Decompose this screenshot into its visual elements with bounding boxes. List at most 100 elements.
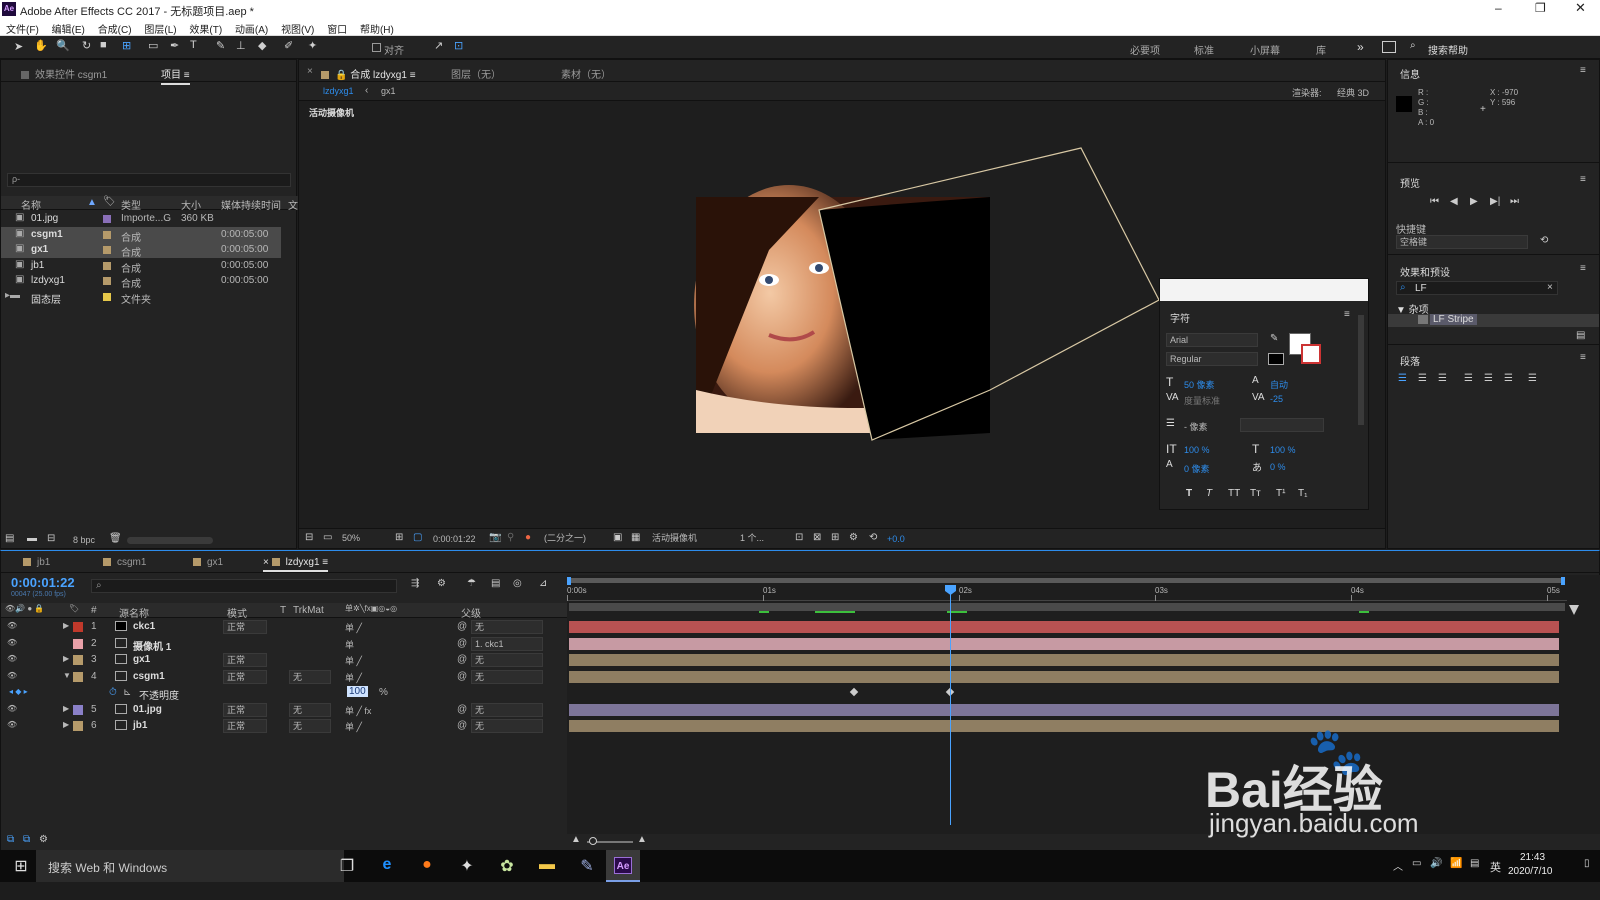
menu-layer[interactable]: 图层(L): [138, 19, 176, 36]
last-frame-button[interactable]: ⏭: [1510, 196, 1519, 207]
layer-row[interactable]: 👁 ▶ 5 01.jpg 正常 无 单 ╱ fx @ 无: [1, 702, 567, 718]
network-icon[interactable]: 📶: [1450, 858, 1462, 869]
tab-layer[interactable]: 图层（无）: [451, 66, 501, 81]
draft-3d-icon[interactable]: ⚙: [437, 578, 446, 589]
always-preview-icon[interactable]: ⊟: [305, 532, 313, 543]
frame-blending-icon[interactable]: ▤: [491, 578, 500, 589]
visibility-eye-icon[interactable]: 👁: [7, 671, 17, 680]
layer-name[interactable]: ckc1: [133, 621, 155, 632]
delete-icon[interactable]: 🗑: [109, 533, 122, 544]
expand-arrow-icon[interactable]: ▶: [63, 654, 69, 663]
pen-tool-icon[interactable]: ✒: [170, 39, 179, 52]
flowchart-icon[interactable]: ⚙: [849, 532, 858, 543]
blend-mode-dropdown[interactable]: 正常: [223, 653, 267, 667]
layer-switches-icon[interactable]: 单 ╱: [345, 671, 362, 684]
justify-all-icon[interactable]: ☰: [1528, 373, 1537, 384]
parent-dropdown[interactable]: 无: [471, 620, 543, 634]
clone-stamp-tool-icon[interactable]: ⊥: [236, 39, 246, 52]
notification-icon[interactable]: ▯: [1584, 858, 1590, 869]
menu-edit[interactable]: 编辑(E): [46, 19, 85, 36]
rotate-tool-icon[interactable]: ↻: [82, 39, 91, 52]
tray-up-icon[interactable]: ︿: [1393, 858, 1403, 873]
project-item[interactable]: ▣ 01.jpg Importe...G 360 KB: [1, 211, 281, 227]
menu-effect[interactable]: 效果(T): [183, 19, 222, 36]
project-item[interactable]: ▸▬ 固态层 文件夹: [1, 289, 281, 306]
stroke-width-value[interactable]: - 像素: [1184, 420, 1208, 433]
ime-indicator[interactable]: 英: [1490, 859, 1501, 875]
align-center-icon[interactable]: ☰: [1418, 373, 1427, 384]
parent-dropdown[interactable]: 无: [471, 669, 543, 684]
blend-mode-dropdown[interactable]: 正常: [223, 719, 267, 733]
edge-icon[interactable]: e: [376, 856, 398, 876]
label-color-swatch[interactable]: [103, 261, 111, 270]
menu-file[interactable]: 文件(F): [0, 19, 39, 36]
column-type[interactable]: 类型: [121, 197, 141, 212]
transparency-grid-icon[interactable]: ▦: [631, 532, 640, 543]
trkmat-dropdown[interactable]: 无: [289, 719, 331, 733]
exposure-value[interactable]: +0.0: [887, 534, 905, 544]
layer-switches-icon[interactable]: 单 ╱: [345, 654, 362, 667]
keyframe-marker[interactable]: [849, 687, 859, 697]
paragraph-menu-icon[interactable]: ≡: [1580, 352, 1586, 363]
reset-exposure-icon[interactable]: ⟲: [869, 532, 877, 543]
visibility-eye-icon[interactable]: 👁: [7, 621, 17, 630]
roi-icon[interactable]: ▣: [613, 532, 622, 543]
modes-toggle-icon[interactable]: ⧉: [23, 834, 30, 845]
visibility-eye-icon[interactable]: 👁: [7, 720, 17, 729]
motion-blur-icon[interactable]: ◎: [513, 578, 522, 589]
tab-lzdyxg1[interactable]: × lzdyxg1 ≡: [263, 557, 329, 572]
tab-gx1[interactable]: gx1: [193, 557, 223, 568]
timeline-zoom-thumb[interactable]: [589, 837, 597, 845]
hand-tool-icon[interactable]: ✋: [34, 39, 48, 52]
effect-item-lf-stripe[interactable]: LF Stripe: [1388, 314, 1599, 327]
breadcrumb-lzdyxg1[interactable]: lzdyxg1: [323, 86, 354, 96]
pan-behind-tool-icon[interactable]: ⊞: [122, 39, 131, 52]
renderer-value[interactable]: 经典 3D: [1337, 86, 1369, 99]
all-caps-button[interactable]: TT: [1228, 488, 1240, 499]
battery-icon[interactable]: ▭: [1412, 858, 1421, 869]
parent-pickwhip-icon[interactable]: @: [457, 704, 467, 715]
time-ruler[interactable]: 0:00s 01s 02s 03s 04s 05s: [567, 585, 1567, 601]
current-time-display[interactable]: 0:00:01:22: [433, 534, 476, 544]
character-menu-icon[interactable]: ≡: [1344, 309, 1350, 320]
resolution-dropdown[interactable]: (二分之一): [541, 532, 607, 546]
justify-right-icon[interactable]: ☰: [1504, 373, 1513, 384]
label-color-swatch[interactable]: [103, 292, 111, 301]
parent-pickwhip-icon[interactable]: @: [457, 654, 467, 665]
expand-arrow-icon[interactable]: ▶: [63, 704, 69, 713]
column-name[interactable]: 名称: [21, 197, 41, 212]
menu-view[interactable]: 视图(V): [275, 19, 314, 36]
shy-layers-icon[interactable]: ☂: [467, 578, 476, 589]
graph-editor-icon[interactable]: ⊿: [539, 578, 547, 589]
horizontal-scale-value[interactable]: 100 %: [1270, 445, 1296, 455]
show-snapshot-icon[interactable]: ⚲: [507, 532, 514, 543]
close-button[interactable]: ✕: [1575, 0, 1586, 16]
label-color-swatch[interactable]: [103, 277, 111, 285]
parent-dropdown[interactable]: 无: [471, 653, 543, 667]
layer-duration-bar[interactable]: [569, 637, 1559, 650]
opacity-value[interactable]: 100: [347, 686, 368, 697]
menu-window[interactable]: 窗口: [321, 19, 347, 36]
breadcrumb-gx1[interactable]: gx1: [381, 86, 396, 96]
layer-label-color[interactable]: [73, 721, 83, 731]
workspace-more-icon[interactable]: »: [1357, 40, 1364, 54]
parent-pickwhip-icon[interactable]: @: [457, 720, 467, 731]
character-scrollbar[interactable]: [1358, 315, 1364, 425]
faux-italic-button[interactable]: T: [1206, 488, 1212, 499]
fast-previews-icon[interactable]: ⊠: [813, 532, 821, 543]
layer-row[interactable]: 👁 ▶ 6 jb1 正常 无 单 ╱ @ 无: [1, 718, 567, 734]
brush-tool-icon[interactable]: ✎: [216, 39, 225, 52]
layer-label-color[interactable]: [73, 622, 83, 632]
timing-toggle-icon[interactable]: ⚙: [39, 834, 48, 845]
expand-arrow-icon[interactable]: ▶: [63, 720, 69, 729]
effects-search-input[interactable]: ⌕ LF ×: [1396, 281, 1558, 295]
clear-search-icon[interactable]: ×: [1547, 282, 1553, 293]
timeline-icon[interactable]: ⊞: [831, 532, 839, 543]
puppet-tool-icon[interactable]: ✦: [308, 39, 317, 52]
layer-duration-bar[interactable]: [569, 654, 1559, 666]
app-icon-5[interactable]: ✿: [496, 856, 518, 876]
justify-center-icon[interactable]: ☰: [1484, 373, 1493, 384]
zoom-in-icon[interactable]: ▲: [637, 834, 647, 845]
snap-checkbox[interactable]: [372, 43, 381, 52]
layer-label-color[interactable]: [73, 638, 83, 649]
